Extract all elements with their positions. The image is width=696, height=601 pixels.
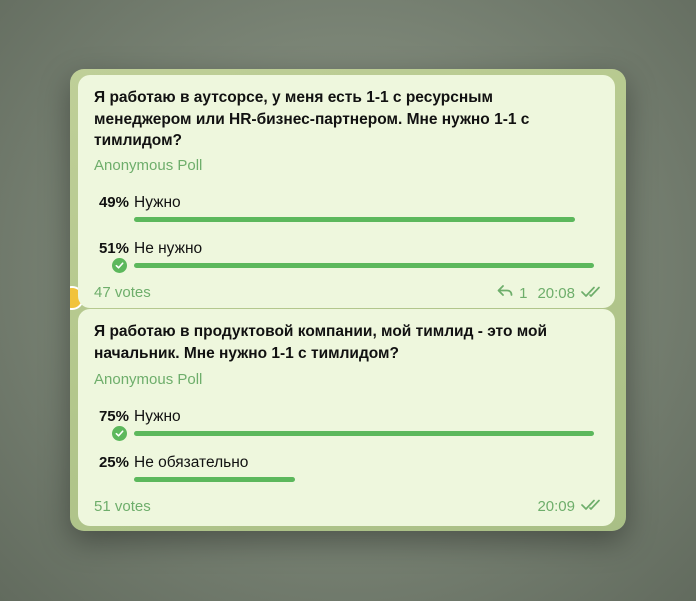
poll-option-percent: 51% [98, 240, 129, 257]
poll-option-label: Нужно [134, 194, 181, 211]
poll-option-percent: 49% [98, 194, 129, 211]
poll-type-label: Anonymous Poll [94, 371, 203, 388]
poll-message[interactable]: Я работаю в продуктовой компании, мой ти… [78, 309, 615, 526]
read-checks-icon [581, 285, 603, 302]
poll-question: Я работаю в аутсорсе, у меня есть 1-1 с … [94, 89, 530, 149]
message-time: 20:09 [537, 498, 575, 515]
chosen-check-icon [112, 258, 127, 273]
poll-option-label: Не обязательно [134, 454, 249, 471]
poll-votes-count[interactable]: 47 votes [94, 284, 151, 301]
poll-question: Я работаю в продуктовой компании, мой ти… [94, 323, 547, 362]
message-meta: 20:09 [533, 498, 603, 515]
poll-type-label: Anonymous Poll [94, 157, 203, 174]
reply-count[interactable]: 1 [519, 285, 527, 302]
read-checks-icon [581, 498, 603, 515]
poll-option-label: Не нужно [134, 240, 203, 257]
chat-window: Я работаю в аутсорсе, у меня есть 1-1 с … [70, 69, 626, 531]
poll-option-bar [134, 431, 594, 436]
chosen-check-icon [112, 426, 127, 441]
reply-arrow-icon[interactable] [497, 284, 513, 302]
poll-option-percent: 75% [98, 408, 129, 425]
poll-message[interactable]: Я работаю в аутсорсе, у меня есть 1-1 с … [78, 75, 615, 308]
poll-option-label: Нужно [134, 408, 181, 425]
poll-votes-count[interactable]: 51 votes [94, 498, 151, 515]
poll-option-bar [134, 263, 594, 268]
message-time: 20:08 [537, 284, 575, 302]
poll-option-bar [134, 477, 295, 482]
poll-option-bar [134, 217, 575, 222]
poll-option-percent: 25% [98, 454, 129, 471]
message-meta: 1 20:08 [497, 284, 603, 302]
